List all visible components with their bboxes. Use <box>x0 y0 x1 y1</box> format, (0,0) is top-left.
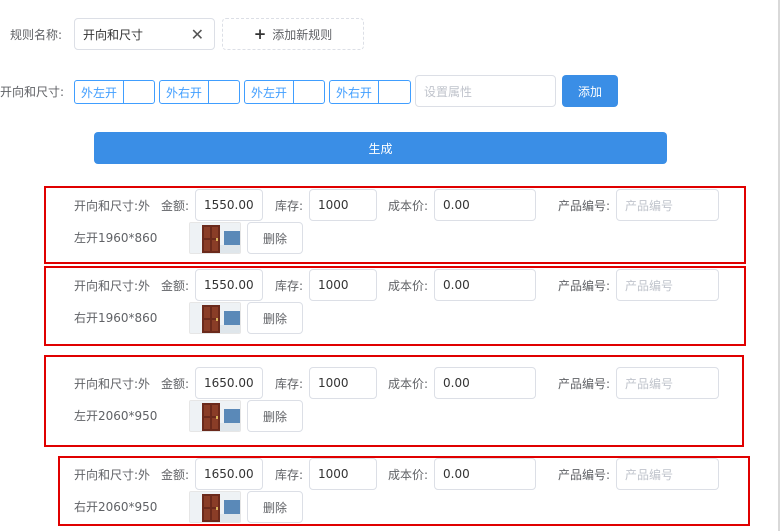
stock-value: 1000 <box>318 467 349 481</box>
add-rule-button[interactable]: + 添加新规则 <box>222 18 364 50</box>
code-input[interactable]: 产品编号 <box>616 189 719 221</box>
spec-line-1: 开向和尺寸:外 <box>74 199 151 213</box>
product-thumbnail[interactable] <box>189 222 241 254</box>
stock-label: 库存: <box>275 199 304 213</box>
attr-tag-label: 外左开 <box>245 81 295 103</box>
cost-value: 0.00 <box>443 467 470 481</box>
product-thumbnail[interactable] <box>189 400 241 432</box>
cost-value: 0.00 <box>443 198 470 212</box>
stock-input[interactable]: 1000 <box>309 458 377 490</box>
door-image-icon <box>190 492 240 522</box>
generate-button[interactable]: 生成 <box>94 132 667 164</box>
door-image-icon <box>190 223 240 253</box>
code-placeholder: 产品编号 <box>625 376 674 391</box>
code-placeholder: 产品编号 <box>625 198 674 213</box>
amount-input[interactable]: 1550.00 <box>195 269 263 301</box>
attr-tag-label: 外左开 <box>75 81 125 103</box>
add-attr-button[interactable]: 添加 <box>562 75 618 107</box>
delete-button[interactable]: 删除 <box>247 222 303 254</box>
product-thumbnail[interactable] <box>189 491 241 523</box>
cost-input[interactable]: 0.00 <box>434 269 536 301</box>
add-rule-label: 添加新规则 <box>272 27 333 42</box>
cost-label: 成本价: <box>388 279 429 293</box>
delete-label: 删除 <box>262 311 287 326</box>
rule-name-value: 开向和尺寸 <box>83 27 144 42</box>
stock-input[interactable]: 1000 <box>309 269 377 301</box>
amount-label: 金额: <box>161 468 190 482</box>
amount-value: 1550.00 <box>204 198 254 212</box>
attr-tag-label: 外右开 <box>160 81 210 103</box>
amount-label: 金额: <box>161 377 190 391</box>
amount-value: 1650.00 <box>204 376 254 390</box>
cost-label: 成本价: <box>388 468 429 482</box>
attr-tag[interactable]: 外左开 <box>244 80 325 104</box>
delete-button[interactable]: 删除 <box>247 400 303 432</box>
delete-button[interactable]: 删除 <box>247 302 303 334</box>
stock-input[interactable]: 1000 <box>309 367 377 399</box>
rule-name-input[interactable]: 开向和尺寸 ✕ <box>74 18 215 50</box>
attr-tag[interactable]: 外右开 <box>329 80 411 104</box>
attr-input-placeholder: 设置属性 <box>424 84 473 99</box>
code-label: 产品编号: <box>558 199 611 213</box>
plus-icon: + <box>253 25 267 43</box>
code-placeholder: 产品编号 <box>625 278 674 293</box>
variant-card: 开向和尺寸:外 右开2060*950 金额: 1650.00 库存: 1000 … <box>58 456 750 526</box>
rule-name-label: 规则名称: <box>10 28 63 42</box>
cost-label: 成本价: <box>388 377 429 391</box>
clear-icon[interactable]: ✕ <box>191 25 204 44</box>
delete-label: 删除 <box>262 231 287 246</box>
delete-label: 删除 <box>262 409 287 424</box>
stock-label: 库存: <box>275 468 304 482</box>
delete-button[interactable]: 删除 <box>247 491 303 523</box>
stock-label: 库存: <box>275 279 304 293</box>
attr-input[interactable]: 设置属性 <box>415 75 556 107</box>
spec-line-2: 左开2060*950 <box>74 409 158 423</box>
delete-label: 删除 <box>262 500 287 515</box>
amount-input[interactable]: 1550.00 <box>195 189 263 221</box>
stock-label: 库存: <box>275 377 304 391</box>
amount-value: 1550.00 <box>204 278 254 292</box>
cost-value: 0.00 <box>443 376 470 390</box>
code-input[interactable]: 产品编号 <box>616 458 719 490</box>
cost-value: 0.00 <box>443 278 470 292</box>
attr-tag[interactable]: 外右开 <box>159 80 240 104</box>
variant-card: 开向和尺寸:外 右开1960*860 金额: 1550.00 库存: 1000 … <box>44 266 746 346</box>
attr-tag-label: 外右开 <box>330 81 380 103</box>
amount-label: 金额: <box>161 279 190 293</box>
door-image-icon <box>190 303 240 333</box>
variant-card: 开向和尺寸:外 左开1960*860 金额: 1550.00 库存: 1000 … <box>44 186 746 264</box>
cost-input[interactable]: 0.00 <box>434 189 536 221</box>
spec-line-1: 开向和尺寸:外 <box>74 468 151 482</box>
spec-line-1: 开向和尺寸:外 <box>74 377 151 391</box>
cost-input[interactable]: 0.00 <box>434 458 536 490</box>
amount-label: 金额: <box>161 199 190 213</box>
variant-card: 开向和尺寸:外 左开2060*950 金额: 1650.00 库存: 1000 … <box>44 355 744 447</box>
code-placeholder: 产品编号 <box>625 467 674 482</box>
stock-value: 1000 <box>318 376 349 390</box>
cost-input[interactable]: 0.00 <box>434 367 536 399</box>
code-input[interactable]: 产品编号 <box>616 269 719 301</box>
spec-line-2: 右开2060*950 <box>74 500 158 514</box>
amount-value: 1650.00 <box>204 467 254 481</box>
stock-value: 1000 <box>318 278 349 292</box>
code-input[interactable]: 产品编号 <box>616 367 719 399</box>
stock-value: 1000 <box>318 198 349 212</box>
attr-label: 开向和尺寸: <box>0 85 65 99</box>
spec-line-1: 开向和尺寸:外 <box>74 279 151 293</box>
stock-input[interactable]: 1000 <box>309 189 377 221</box>
attr-tag[interactable]: 外左开 <box>74 80 155 104</box>
code-label: 产品编号: <box>558 279 611 293</box>
code-label: 产品编号: <box>558 468 611 482</box>
spec-line-2: 右开1960*860 <box>74 311 158 325</box>
code-label: 产品编号: <box>558 377 611 391</box>
amount-input[interactable]: 1650.00 <box>195 367 263 399</box>
amount-input[interactable]: 1650.00 <box>195 458 263 490</box>
door-image-icon <box>190 401 240 431</box>
spec-line-2: 左开1960*860 <box>74 231 158 245</box>
product-thumbnail[interactable] <box>189 302 241 334</box>
add-attr-label: 添加 <box>577 84 602 99</box>
cost-label: 成本价: <box>388 199 429 213</box>
generate-label: 生成 <box>368 141 393 156</box>
